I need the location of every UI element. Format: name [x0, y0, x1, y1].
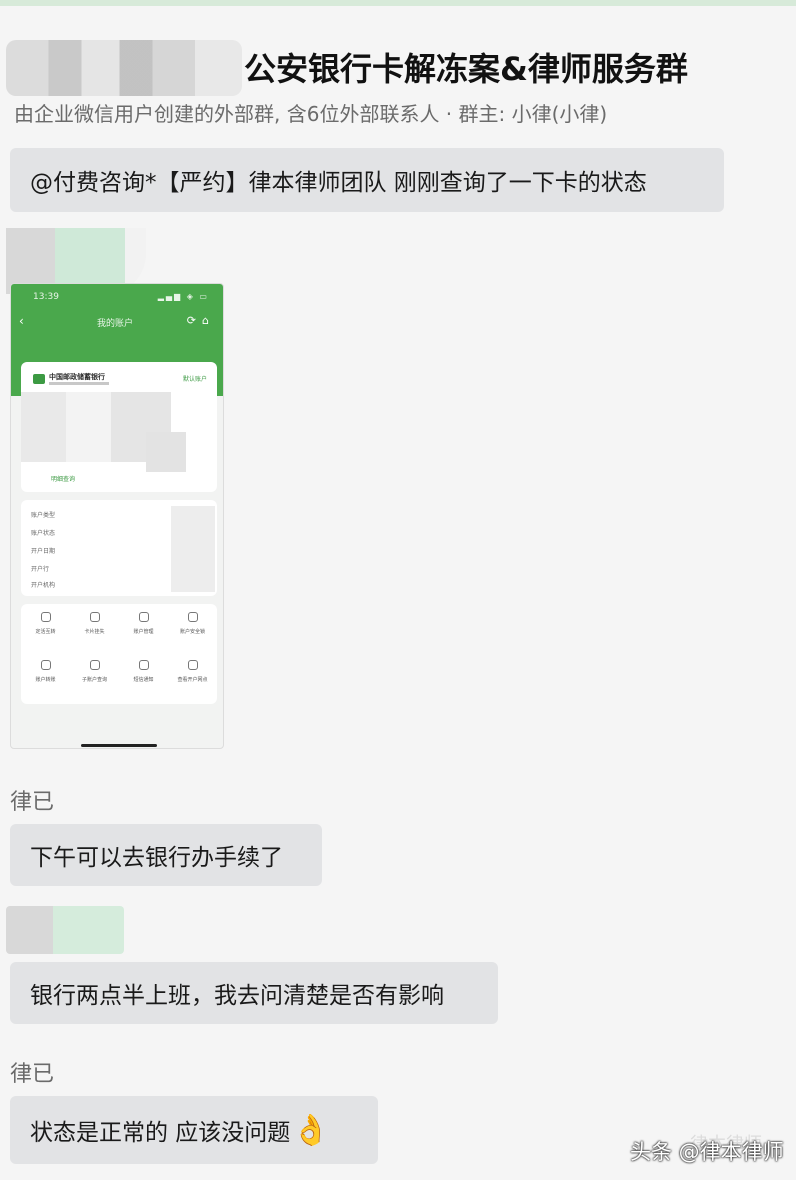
- refresh-home-icons: ⟳⌂: [186, 314, 215, 327]
- grid-item: 账户安全锁: [168, 606, 217, 652]
- bank-name-en-line: [49, 382, 109, 385]
- sender-name: 律已: [10, 1062, 55, 1087]
- message-bubble[interactable]: 状态是正常的 应该没问题 👌: [10, 1096, 378, 1164]
- grid-item: 账户管理: [119, 606, 168, 652]
- phone-page-title: 我的账户: [97, 319, 134, 329]
- info-row: 开户日期: [31, 548, 56, 555]
- info-row: 账户类型: [31, 512, 56, 519]
- grid-item: 账户转账: [21, 654, 70, 700]
- sender-name: 律已: [10, 790, 55, 815]
- blurred-account-detail: [146, 432, 186, 472]
- transfer-icon: [40, 612, 51, 622]
- phone-home-indicator: [81, 744, 157, 747]
- blurred-sender-avatar[interactable]: [6, 906, 124, 954]
- info-row: 开户机构: [31, 582, 56, 589]
- grid-item: 定活互转: [21, 606, 70, 652]
- grid-item: 卡片挂失: [70, 606, 119, 652]
- message-bubble[interactable]: @付费咨询*【严约】律本律师团队 刚刚查询了一下卡的状态: [10, 148, 724, 212]
- phone-function-grid: 定活互转 卡片挂失 账户管理 账户安全锁 账户转账 子账户查询 短信通知 查看开…: [21, 604, 217, 704]
- grid-item: 子账户查询: [70, 654, 119, 700]
- sms-icon: [138, 660, 149, 670]
- ok-hand-icon: 👌: [292, 1112, 330, 1148]
- grid-item: 短信通知: [119, 654, 168, 700]
- message-bubble[interactable]: 银行两点半上班，我去问清楚是否有影响: [10, 962, 498, 1024]
- blurred-info-values: [171, 506, 215, 592]
- message-text: 状态是正常的 应该没问题: [30, 1120, 291, 1146]
- phone-time: 13:39: [33, 292, 59, 302]
- info-row: 开户行: [31, 566, 50, 573]
- bank-logo-icon: [33, 374, 45, 384]
- phone-account-card: 中国邮政储蓄银行 默认账户 明细查询: [21, 362, 217, 492]
- back-arrow-icon: ‹: [19, 314, 24, 328]
- message-text: @付费咨询*【严约】律本律师团队 刚刚查询了一下卡的状态: [30, 170, 647, 196]
- top-accent-bar: [0, 0, 796, 6]
- card-icon: [89, 612, 100, 622]
- search-icon: [89, 660, 100, 670]
- grid-item: 查看开户网点: [168, 654, 217, 700]
- lock-icon: [187, 612, 198, 622]
- manage-icon: [138, 612, 149, 622]
- group-subtitle: 由企业微信用户创建的外部群, 含6位外部联系人 · 群主: 小律(小律): [14, 102, 608, 126]
- phone-account-info: 账户类型 账户状态 开户日期 开户行 开户机构: [21, 500, 217, 596]
- blurred-group-prefix: [6, 40, 242, 96]
- image-message-phone-screenshot[interactable]: 13:39 ▂▄▆ ◈ ▭ ‹ 我的账户 ⟳⌂ 中国邮政储蓄银行 默认账户 明细…: [10, 283, 224, 749]
- message-bubble[interactable]: 下午可以去银行办手续了: [10, 824, 322, 886]
- default-account-tag: 默认账户: [182, 376, 207, 383]
- bank-name: 中国邮政储蓄银行: [49, 373, 105, 381]
- info-row: 账户状态: [31, 530, 56, 537]
- message-text: 下午可以去银行办手续了: [30, 845, 283, 871]
- detail-link: 明细查询: [51, 476, 76, 483]
- chat-header: 公安银行卡解冻案&律师服务群 由企业微信用户创建的外部群, 含6位外部联系人 ·…: [0, 8, 796, 138]
- group-title[interactable]: 公安银行卡解冻案&律师服务群: [244, 44, 688, 90]
- transfer-out-icon: [40, 660, 51, 670]
- watermark: 头条 @律本律师: [630, 1140, 784, 1164]
- location-icon: [187, 660, 198, 670]
- message-text: 银行两点半上班，我去问清楚是否有影响: [30, 983, 444, 1009]
- phone-status-icons: ▂▄▆ ◈ ▭: [157, 292, 209, 301]
